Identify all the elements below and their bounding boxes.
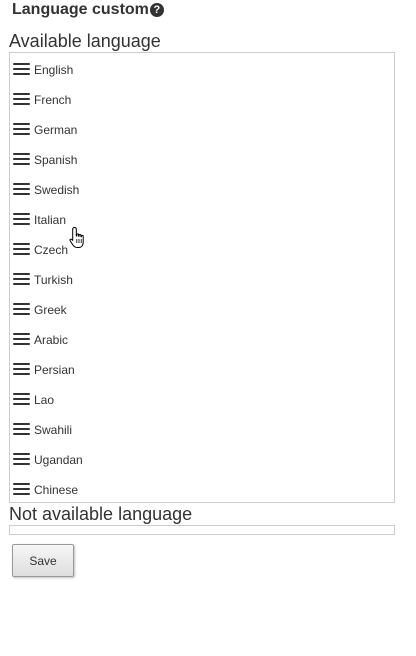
list-item-label: Persian <box>34 363 75 377</box>
list-item-english[interactable]: English <box>10 54 394 84</box>
page-title: Language custom? <box>12 0 164 20</box>
drag-handle-icon[interactable] <box>13 482 30 496</box>
list-item-label: Czech <box>34 243 69 257</box>
list-item-persian[interactable]: Persian <box>10 354 394 384</box>
save-button[interactable]: Save <box>12 544 74 577</box>
drag-handle-icon[interactable] <box>13 122 30 136</box>
drag-handle-icon[interactable] <box>13 182 30 196</box>
list-item-spanish[interactable]: Spanish <box>10 144 394 174</box>
drag-handle-icon[interactable] <box>13 302 30 316</box>
not-available-language-heading: Not available language <box>9 504 193 524</box>
available-language-heading: Available language <box>9 31 161 51</box>
list-item-french[interactable]: French <box>10 84 394 114</box>
list-item-label: Swahili <box>34 423 73 437</box>
list-item-label: Ugandan <box>34 453 83 467</box>
available-language-list[interactable]: English French German Spanish Swedish It… <box>9 52 395 503</box>
list-item-label: English <box>34 63 74 77</box>
help-icon[interactable]: ? <box>149 3 164 17</box>
drag-handle-icon[interactable] <box>13 272 30 286</box>
list-item-arabic[interactable]: Arabic <box>10 324 394 354</box>
drag-handle-icon[interactable] <box>13 92 30 106</box>
drag-handle-icon[interactable] <box>13 152 30 166</box>
list-item-chinese[interactable]: Chinese <box>10 474 394 504</box>
list-item-label: German <box>34 123 78 137</box>
list-item-ugandan[interactable]: Ugandan <box>10 444 394 474</box>
list-item-label: Arabic <box>34 333 69 347</box>
list-item-label: Swedish <box>34 183 80 197</box>
list-item-label: French <box>34 93 72 107</box>
page-title-text: Language custom <box>12 1 149 18</box>
list-item-swedish[interactable]: Swedish <box>10 174 394 204</box>
list-item-czech[interactable]: Czech <box>10 234 394 264</box>
drag-handle-icon[interactable] <box>13 422 30 436</box>
list-item-turkish[interactable]: Turkish <box>10 264 394 294</box>
list-item-swahili[interactable]: Swahili <box>10 414 394 444</box>
drag-handle-icon[interactable] <box>13 62 30 76</box>
list-item-lao[interactable]: Lao <box>10 384 394 414</box>
list-item-label: Chinese <box>34 483 79 497</box>
list-item-german[interactable]: German <box>10 114 394 144</box>
drag-handle-icon[interactable] <box>13 332 30 346</box>
not-available-language-list[interactable] <box>9 525 395 535</box>
list-item-label: Greek <box>34 303 67 317</box>
drag-handle-icon[interactable] <box>13 392 30 406</box>
list-item-label: Turkish <box>34 273 73 287</box>
drag-handle-icon[interactable] <box>13 212 30 226</box>
list-item-label: Spanish <box>34 153 78 167</box>
list-item-italian[interactable]: Italian <box>10 204 394 234</box>
drag-handle-icon[interactable] <box>13 362 30 376</box>
list-item-greek[interactable]: Greek <box>10 294 394 324</box>
drag-handle-icon[interactable] <box>13 242 30 256</box>
drag-handle-icon[interactable] <box>13 452 30 466</box>
list-item-label: Italian <box>34 213 67 227</box>
list-item-label: Lao <box>34 393 55 407</box>
